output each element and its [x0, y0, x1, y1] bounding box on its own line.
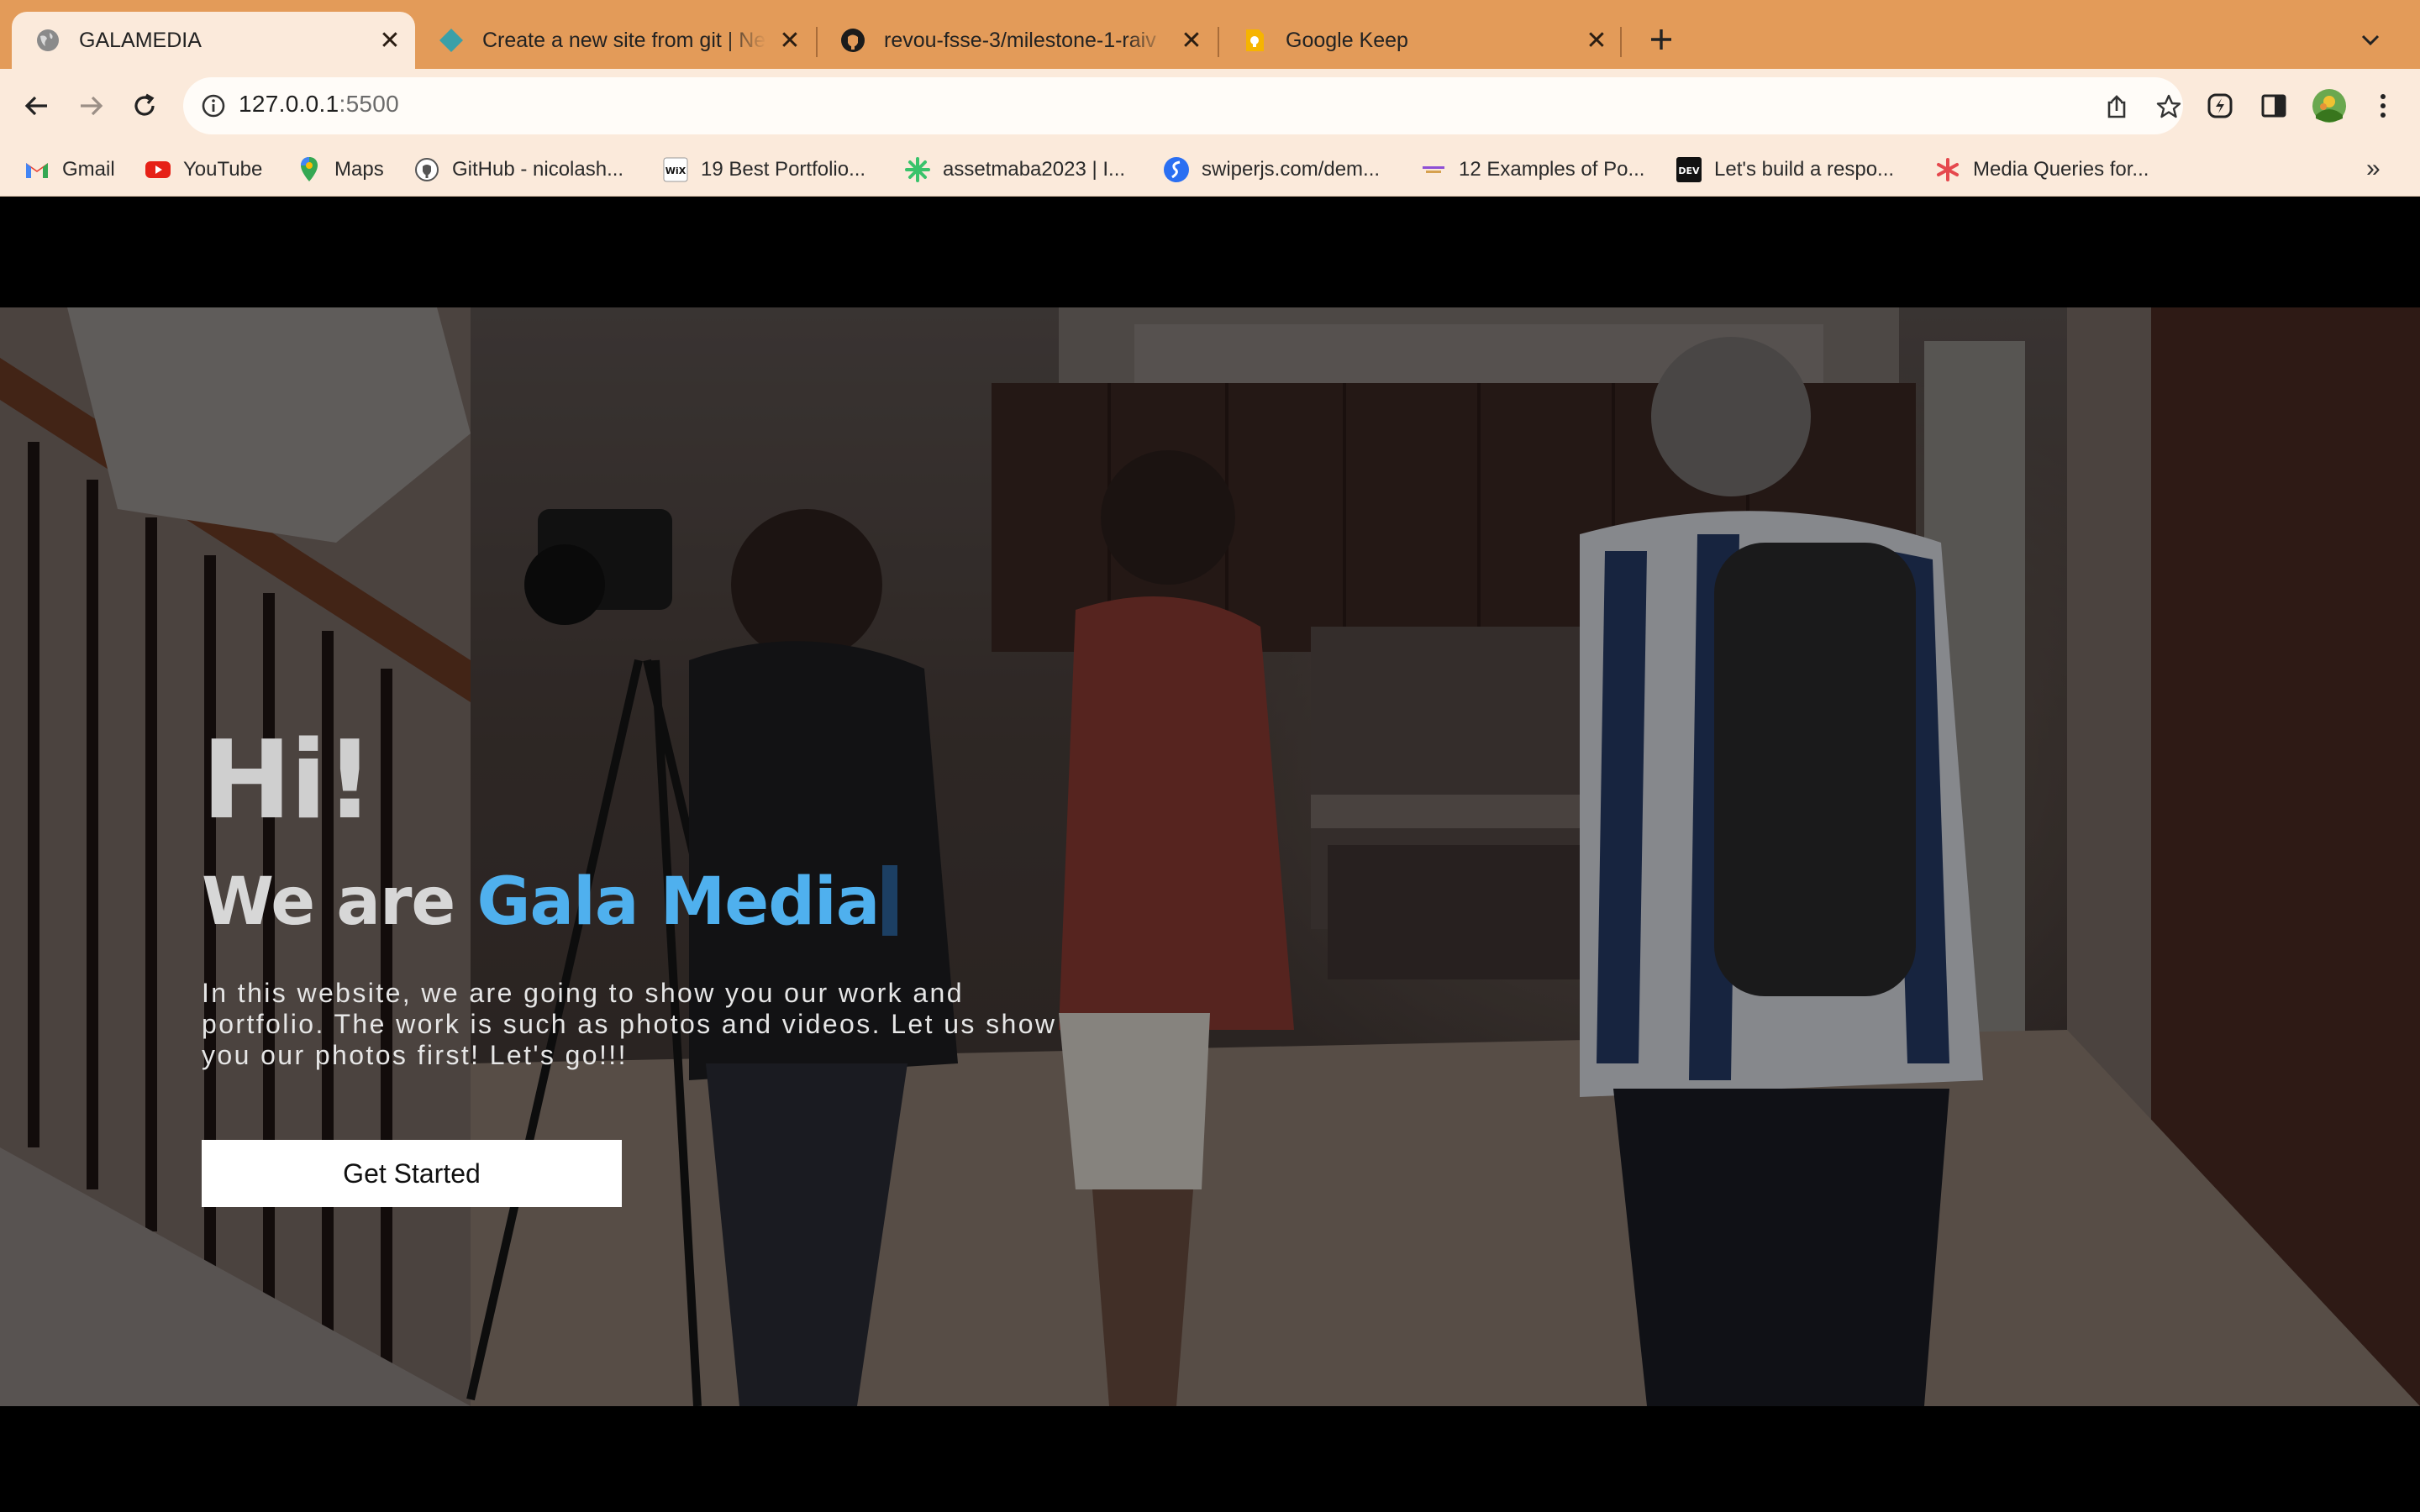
tab-google-keep[interactable]: Google Keep ✕	[1218, 12, 1622, 69]
github-icon	[413, 156, 440, 183]
hero-brand-name: Gala Media	[476, 864, 880, 940]
address-bar[interactable]: 127.0.0.1:5500	[183, 77, 2183, 134]
tab-galamedia[interactable]: GALAMEDIA ✕	[12, 12, 415, 69]
close-tab-icon[interactable]: ✕	[773, 24, 807, 57]
url-host: 127.0.0.1	[239, 91, 339, 117]
arrow-left-icon	[24, 96, 47, 116]
hero-greeting: Hi!	[202, 718, 374, 843]
bookmark-youtube[interactable]: YouTube	[145, 153, 262, 186]
tab-search-button[interactable]	[2349, 18, 2391, 60]
tab-title: Create a new site from git | Netlify	[482, 28, 766, 52]
bookmark-label: 12 Examples of Po...	[1459, 158, 1645, 181]
bookmark-label: Media Queries for...	[1973, 158, 2149, 181]
get-started-button[interactable]: Get Started	[202, 1140, 622, 1207]
bookmark-github[interactable]: GitHub - nicolash...	[413, 153, 623, 186]
bookmark-swiperjs[interactable]: swiperjs.com/dem...	[1163, 153, 1380, 186]
arrow-right-icon	[81, 96, 103, 116]
chevron-down-icon	[2361, 34, 2380, 46]
hero-description: In this website, we are going to show yo…	[202, 978, 1057, 1070]
asterisk-icon	[904, 156, 931, 183]
hero-content: Hi! We are Gala Media In this website, w…	[202, 727, 1126, 1207]
bookmark-label: YouTube	[183, 158, 263, 181]
tab-title: Google Keep	[1286, 28, 1408, 52]
page-viewport: Hi! We are Gala Media In this website, w…	[0, 197, 2420, 1512]
bookmark-label: Maps	[334, 158, 384, 181]
bookmarks-bar: Gmail YouTube Maps GitHub - nicolash... …	[0, 143, 2420, 197]
svg-text:WiX: WiX	[666, 165, 687, 176]
close-tab-icon[interactable]: ✕	[1580, 24, 1613, 57]
reload-icon	[134, 93, 155, 116]
kebab-menu-icon[interactable]	[2361, 84, 2405, 128]
bookmark-label: GitHub - nicolash...	[452, 158, 624, 181]
dev-icon: DEV	[1676, 156, 1702, 183]
extension-icon[interactable]	[2198, 84, 2242, 128]
bookmark-maps[interactable]: Maps	[296, 153, 384, 186]
plus-icon	[1651, 29, 1671, 50]
tab-title: revou-fsse-3/milestone-1-raiv	[884, 28, 1156, 52]
bookmark-gmail[interactable]: Gmail	[24, 153, 115, 186]
bookmark-media-queries[interactable]: Media Queries for...	[1934, 153, 2149, 186]
reload-button[interactable]	[123, 84, 166, 128]
new-tab-button[interactable]	[1640, 18, 1682, 60]
swiper-icon	[1163, 156, 1190, 183]
side-panel-icon[interactable]	[2252, 84, 2296, 128]
globe-icon	[35, 28, 60, 53]
gmail-icon	[24, 156, 50, 183]
hero-headline: We are Gala Media	[202, 865, 1126, 936]
close-tab-icon[interactable]: ✕	[1175, 24, 1208, 57]
site-icon	[1420, 156, 1447, 183]
close-tab-icon[interactable]: ✕	[373, 24, 407, 57]
tab-netlify[interactable]: Create a new site from git | Netlify ✕	[415, 12, 815, 69]
star-icon[interactable]	[2151, 89, 2186, 124]
netlify-icon	[439, 28, 464, 53]
svg-text:DEV: DEV	[1678, 165, 1700, 176]
avatar[interactable]	[2307, 84, 2351, 128]
tab-strip: GALAMEDIA ✕ Create a new site from git |…	[0, 0, 2420, 69]
bookmarks-overflow-button[interactable]: »	[2366, 155, 2381, 183]
tab-separator	[1620, 27, 1622, 57]
bookmark-dev[interactable]: DEV Let's build a respo...	[1676, 153, 1894, 186]
hero-background-video: Hi! We are Gala Media In this website, w…	[0, 307, 2420, 1406]
share-icon[interactable]	[2099, 89, 2134, 124]
bookmark-label: swiperjs.com/dem...	[1202, 158, 1381, 181]
url-text: 127.0.0.1:5500	[239, 91, 399, 118]
back-button[interactable]	[15, 84, 59, 128]
url-port: :5500	[339, 91, 400, 117]
maps-icon	[296, 156, 323, 183]
tab-github[interactable]: revou-fsse-3/milestone-1-raiv ✕	[817, 12, 1217, 69]
bookmark-label: 19 Best Portfolio...	[701, 158, 866, 181]
bookmark-label: Let's build a respo...	[1714, 158, 1895, 181]
youtube-icon	[145, 156, 171, 183]
typing-caret	[882, 865, 898, 936]
google-keep-icon	[1242, 28, 1267, 53]
hero-headline-prefix: We are	[202, 864, 477, 940]
bookmark-wix[interactable]: WiX 19 Best Portfolio...	[662, 153, 865, 186]
site-info-icon[interactable]	[197, 89, 230, 123]
tab-title: GALAMEDIA	[79, 28, 202, 52]
bookmark-label: assetmaba2023 | I...	[943, 158, 1126, 181]
forward-button[interactable]	[69, 84, 113, 128]
wix-icon: WiX	[662, 156, 689, 183]
github-icon	[840, 28, 865, 53]
asterisk-red-icon	[1934, 156, 1961, 183]
bookmark-assetmaba[interactable]: assetmaba2023 | I...	[904, 153, 1125, 186]
bookmark-label: Gmail	[62, 158, 115, 181]
browser-toolbar: 127.0.0.1:5500	[0, 69, 2420, 143]
bookmark-examples[interactable]: 12 Examples of Po...	[1420, 153, 1644, 186]
